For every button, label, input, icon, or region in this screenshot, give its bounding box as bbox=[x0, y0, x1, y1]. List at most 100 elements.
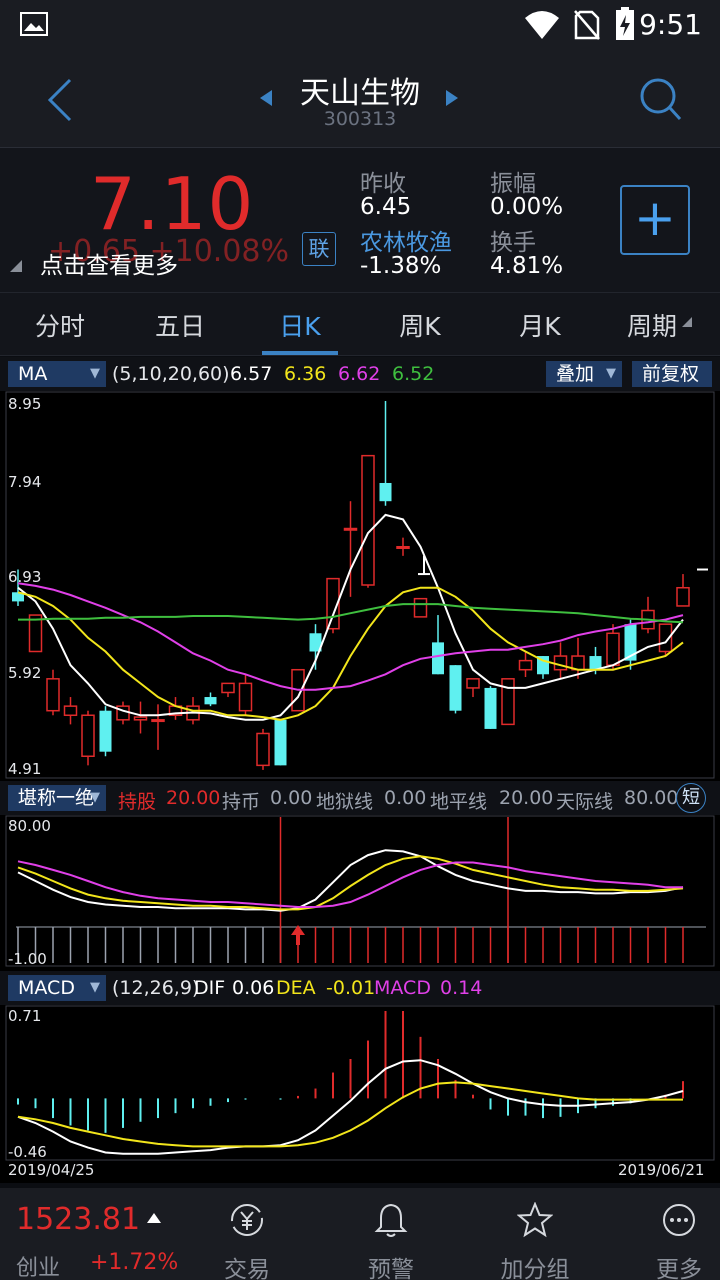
search-icon[interactable] bbox=[638, 76, 682, 122]
candle-body bbox=[396, 545, 410, 549]
candle-body bbox=[46, 678, 60, 712]
bell-icon bbox=[374, 1203, 408, 1237]
next-stock-icon[interactable] bbox=[444, 88, 460, 108]
macd-label: MACD bbox=[374, 977, 431, 999]
active-tab-indicator bbox=[262, 351, 338, 355]
candle-body bbox=[361, 454, 375, 586]
dif-label: DIF bbox=[194, 977, 226, 999]
macd-axis-bottom: -0.46 bbox=[8, 1143, 47, 1161]
tab-daily-k[interactable]: 日K bbox=[240, 307, 360, 343]
period-tabs: 分时 五日 日K 周K 月K 周期 bbox=[0, 292, 720, 356]
bottom-bar: 1523.81 创业 +1.72% 交易 预警 加分组 更多 bbox=[0, 1188, 720, 1280]
dea-label: DEA bbox=[276, 977, 316, 999]
ma5-value: 6.57 bbox=[230, 363, 273, 385]
no-sim-icon bbox=[574, 10, 600, 40]
ma-selector[interactable]: MA ▼ bbox=[8, 361, 106, 387]
add-watchlist-button[interactable]: + bbox=[620, 185, 690, 255]
macd-chart[interactable] bbox=[0, 1005, 720, 1161]
quote-panel: 7.10 +0.65 +10.08% 点击查看更多 联 昨收 6.45 农林牧渔… bbox=[0, 148, 720, 292]
prev-close-value: 6.45 bbox=[360, 194, 412, 220]
star-icon bbox=[517, 1202, 553, 1238]
up-arrow-icon bbox=[147, 1213, 161, 1223]
hell-value: 0.00 bbox=[384, 787, 427, 809]
macd-indicator-bar: MACD ▼ (12,26,9) DIF 0.06 DEA -0.01 MACD… bbox=[0, 971, 720, 1005]
candle-body bbox=[413, 597, 428, 618]
candle-body bbox=[221, 682, 235, 694]
candle-body bbox=[256, 732, 270, 767]
ma-params: (5,10,20,60) bbox=[112, 363, 230, 385]
tab-monthly-k[interactable]: 月K bbox=[480, 307, 600, 343]
index-pct: +1.72% bbox=[90, 1250, 179, 1275]
chevron-down-icon: ▼ bbox=[90, 366, 100, 381]
mid-selector-label: 堪称一绝 bbox=[18, 787, 95, 809]
ma60-value: 6.52 bbox=[392, 363, 435, 385]
corner-triangle-icon bbox=[10, 260, 22, 272]
candlestick-chart[interactable] bbox=[0, 391, 720, 779]
tab-weekly-k[interactable]: 周K bbox=[360, 307, 480, 343]
coin-label: 持币 bbox=[222, 791, 261, 813]
candle-body bbox=[484, 687, 497, 729]
sky-label: 天际线 bbox=[556, 791, 614, 813]
chevron-down-icon: ▼ bbox=[606, 366, 616, 381]
price-axis-low: 4.91 bbox=[8, 760, 42, 778]
ma10-value: 6.36 bbox=[284, 363, 327, 385]
hold-label: 持股 bbox=[118, 791, 157, 813]
candle-body bbox=[501, 678, 515, 726]
macd-selector[interactable]: MACD ▼ bbox=[8, 975, 106, 1001]
sky-value: 80.00 bbox=[624, 787, 679, 809]
index-value[interactable]: 1523.81 bbox=[16, 1202, 140, 1237]
overlay-selector[interactable]: 叠加 ▼ bbox=[546, 361, 622, 387]
date-end: 2019/06/21 bbox=[618, 1161, 705, 1179]
tab-period[interactable]: 周期 bbox=[592, 307, 712, 343]
ma-indicator-bar: MA ▼ (5,10,20,60) 6.57 6.36 6.62 6.52 叠加… bbox=[0, 357, 720, 391]
candle-body bbox=[432, 642, 444, 675]
candle-body bbox=[238, 682, 253, 712]
chevron-down-icon: ▼ bbox=[90, 790, 100, 805]
chart-area: MA ▼ (5,10,20,60) 6.57 6.36 6.62 6.52 叠加… bbox=[0, 357, 720, 1183]
turnover-label: 换手 bbox=[490, 230, 536, 256]
mid-indicator-bar: 堪称一绝 ▼ 持股 20.00 持币 0.00 地狱线 0.00 地平线 20.… bbox=[0, 781, 720, 815]
overlay-label: 叠加 bbox=[556, 363, 595, 385]
view-more-tip[interactable]: 点击查看更多 bbox=[40, 246, 178, 280]
tab-intraday[interactable]: 分时 bbox=[0, 307, 120, 343]
indicator-chart[interactable] bbox=[0, 815, 720, 967]
prev-close-label: 昨收 bbox=[360, 171, 406, 197]
macd-value: 0.14 bbox=[440, 977, 483, 999]
hell-label: 地狱线 bbox=[316, 791, 374, 813]
price-axis-high: 8.95 bbox=[8, 395, 42, 413]
candle-body bbox=[274, 719, 287, 766]
amplitude-value: 0.00% bbox=[490, 194, 564, 220]
sector-pct: -1.38% bbox=[360, 253, 442, 279]
index-name: 创业 bbox=[16, 1256, 61, 1280]
tab-five-day[interactable]: 五日 bbox=[120, 307, 240, 343]
candle-body bbox=[553, 655, 568, 671]
hold-value: 20.00 bbox=[166, 787, 221, 809]
ground-value: 20.00 bbox=[499, 787, 554, 809]
stock-code: 300313 bbox=[323, 108, 397, 130]
short-term-toggle[interactable]: 短 bbox=[676, 783, 706, 813]
mid-selector[interactable]: 堪称一绝 ▼ bbox=[8, 785, 106, 811]
battery-charging-icon bbox=[616, 7, 634, 40]
candle-body bbox=[518, 659, 533, 671]
coin-value: 0.00 bbox=[270, 787, 313, 809]
adjust-button[interactable]: 前复权 bbox=[632, 361, 712, 387]
nav-alert-label: 预警 bbox=[368, 1257, 414, 1280]
sector-link[interactable]: 农林牧渔 bbox=[360, 223, 452, 257]
candle-body bbox=[151, 719, 165, 723]
ma10-line bbox=[17, 586, 684, 721]
yen-exchange-icon bbox=[231, 1204, 263, 1236]
mid-axis-top: 80.00 bbox=[8, 817, 51, 835]
mid-axis-bottom: -1.00 bbox=[8, 950, 47, 968]
linked-button[interactable]: 联 bbox=[302, 232, 336, 266]
ground-label: 地平线 bbox=[430, 791, 488, 813]
chart-frame bbox=[5, 391, 715, 779]
chevron-down-icon: ▼ bbox=[90, 980, 100, 995]
candle-body bbox=[606, 632, 620, 666]
more-icon bbox=[663, 1204, 695, 1236]
plus-icon: + bbox=[634, 189, 676, 247]
price-axis-l2: 7.94 bbox=[8, 473, 42, 491]
status-bar: 9:51 bbox=[0, 0, 720, 52]
image-icon bbox=[20, 12, 48, 36]
tab-period-triangle-icon bbox=[682, 317, 692, 327]
candle-body bbox=[466, 678, 480, 689]
